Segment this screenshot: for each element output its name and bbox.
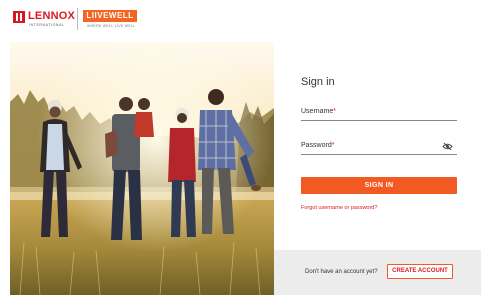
- lennox-logo[interactable]: LENNOX INTERNATIONAL: [13, 10, 76, 30]
- username-underline: [301, 120, 457, 121]
- lennox-logo-text: LENNOX: [28, 10, 76, 22]
- no-account-text: Don't have an account yet?: [305, 269, 378, 275]
- family-photo-illustration: [10, 42, 274, 295]
- eye-slash-icon[interactable]: [442, 142, 453, 151]
- signin-panel: Sign in Username* Password* SIGN IN Forg…: [274, 42, 481, 295]
- create-account-footer: Don't have an account yet? CREATE ACCOUN…: [274, 250, 481, 295]
- livewell-tagline: WHERE WELL LIVE WELL: [87, 24, 136, 28]
- password-underline: [301, 154, 457, 155]
- lennox-logo-subtext: INTERNATIONAL: [29, 23, 65, 27]
- logo-divider: [77, 8, 78, 30]
- hero-image: [10, 42, 274, 295]
- livewell-logo-text: LIIVEWELL: [83, 10, 137, 22]
- forgot-credentials-link[interactable]: Forgot username or password?: [301, 205, 377, 211]
- lennox-mark-icon: [13, 11, 25, 23]
- site-header: LENNOX INTERNATIONAL LIIVEWELL WHERE WEL…: [0, 0, 481, 42]
- signin-title: Sign in: [301, 76, 335, 88]
- livewell-logo[interactable]: LIIVEWELL WHERE WELL LIVE WELL: [83, 10, 139, 32]
- password-field[interactable]: Password*: [301, 142, 457, 158]
- username-field[interactable]: Username*: [301, 108, 457, 124]
- signin-button[interactable]: SIGN IN: [301, 177, 457, 194]
- create-account-button[interactable]: CREATE ACCOUNT: [387, 264, 453, 279]
